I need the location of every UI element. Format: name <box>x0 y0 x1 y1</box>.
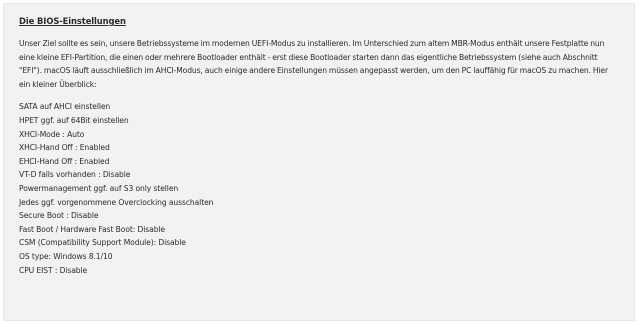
list-item: XHCI-Mode : Auto <box>19 129 85 139</box>
section-title: Die BIOS-Einstellungen <box>19 16 126 26</box>
list-item: CPU EIST : Disable <box>19 265 88 275</box>
list-item: VT-D falls vorhanden : Disable <box>19 170 131 180</box>
list-item: Fast Boot / Hardware Fast Boot: Disable <box>19 224 166 234</box>
list-item: Jedes ggf. vorgenommene Overclocking aus… <box>19 197 214 207</box>
list-item: EHCI-Hand Off : Enabled <box>19 156 110 166</box>
list-item: Powermanagement ggf. auf S3 only stellen <box>19 183 179 193</box>
list-item: HPET ggf. auf 64Bit einstellen <box>19 115 129 125</box>
intro-paragraph: Unser Ziel sollte es sein, unsere Betrie… <box>19 39 608 89</box>
list-item: CSM (Compatibility Support Module): Disa… <box>19 238 186 248</box>
list-item: SATA auf AHCI einstellen <box>19 102 111 112</box>
list-item: OS type: Windows 8.1/10 <box>19 251 113 261</box>
list-item: Secure Boot : Disable <box>19 211 99 221</box>
settings-list: SATA auf AHCI einstellen HPET ggf. auf 6… <box>19 100 620 277</box>
bios-settings-panel: Die BIOS-Einstellungen Unser Ziel sollte… <box>3 3 635 321</box>
list-item: XHCI-Hand Off : Enabled <box>19 143 110 153</box>
